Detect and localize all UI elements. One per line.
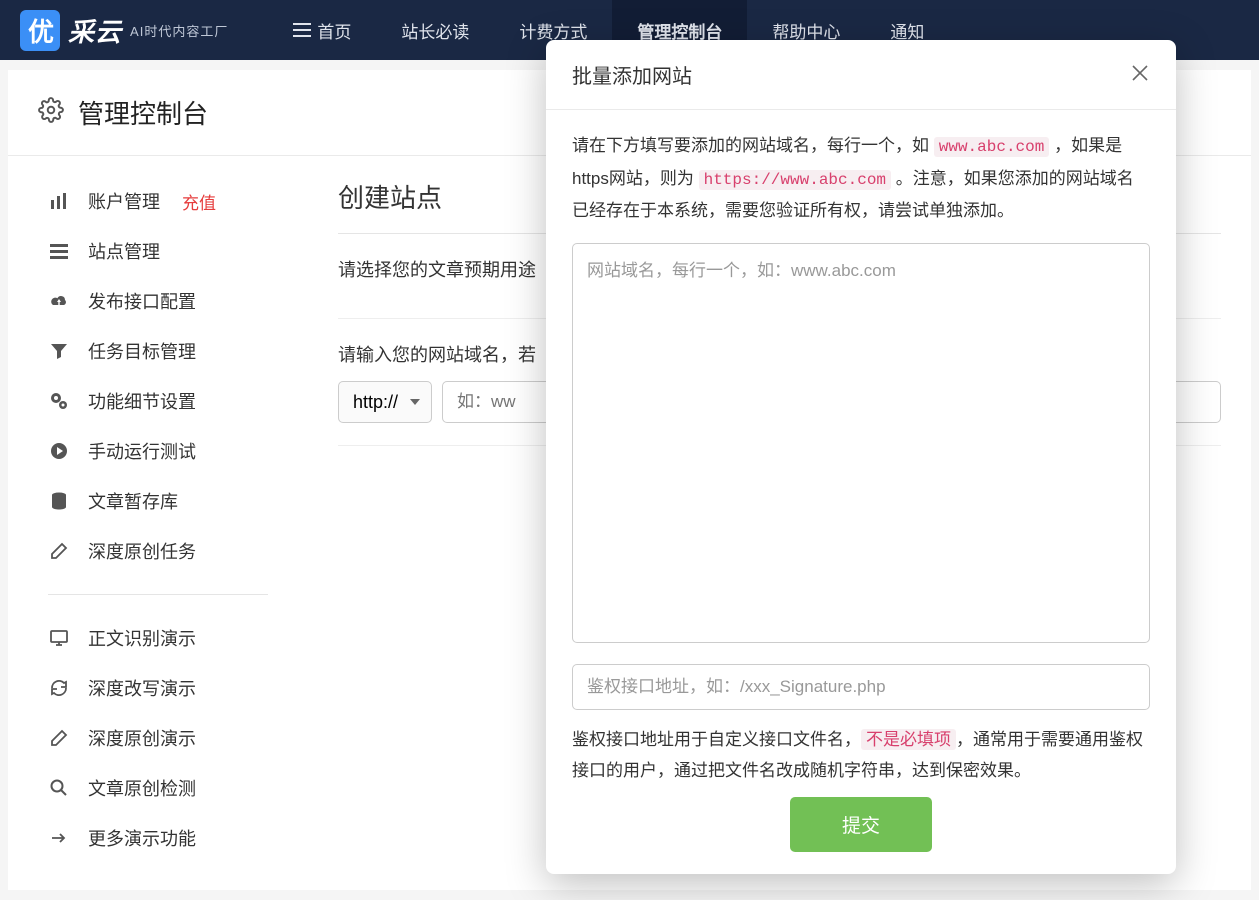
not-required-badge: 不是必填项 bbox=[861, 729, 956, 750]
domains-textarea[interactable] bbox=[572, 243, 1150, 643]
example-code: https://www.abc.com bbox=[699, 170, 891, 190]
submit-button[interactable]: 提交 bbox=[790, 797, 932, 852]
batch-add-modal: 批量添加网站 请在下方填写要添加的网站域名，每行一个，如 www.abc.com… bbox=[546, 40, 1176, 874]
auth-url-input[interactable] bbox=[572, 664, 1150, 710]
modal-body: 请在下方填写要添加的网站域名，每行一个，如 www.abc.com ，如果是ht… bbox=[546, 110, 1176, 787]
modal-header: 批量添加网站 bbox=[546, 40, 1176, 110]
modal-backdrop: 批量添加网站 请在下方填写要添加的网站域名，每行一个，如 www.abc.com… bbox=[0, 0, 1259, 874]
modal-description: 请在下方填写要添加的网站域名，每行一个，如 www.abc.com ，如果是ht… bbox=[572, 130, 1150, 227]
modal-note: 鉴权接口地址用于自定义接口文件名，不是必填项，通常用于需要通用鉴权接口的用户，通… bbox=[572, 724, 1150, 787]
modal-footer: 提交 bbox=[546, 787, 1176, 874]
modal-title: 批量添加网站 bbox=[572, 60, 692, 89]
example-code: www.abc.com bbox=[934, 137, 1050, 157]
close-icon[interactable] bbox=[1130, 63, 1150, 87]
